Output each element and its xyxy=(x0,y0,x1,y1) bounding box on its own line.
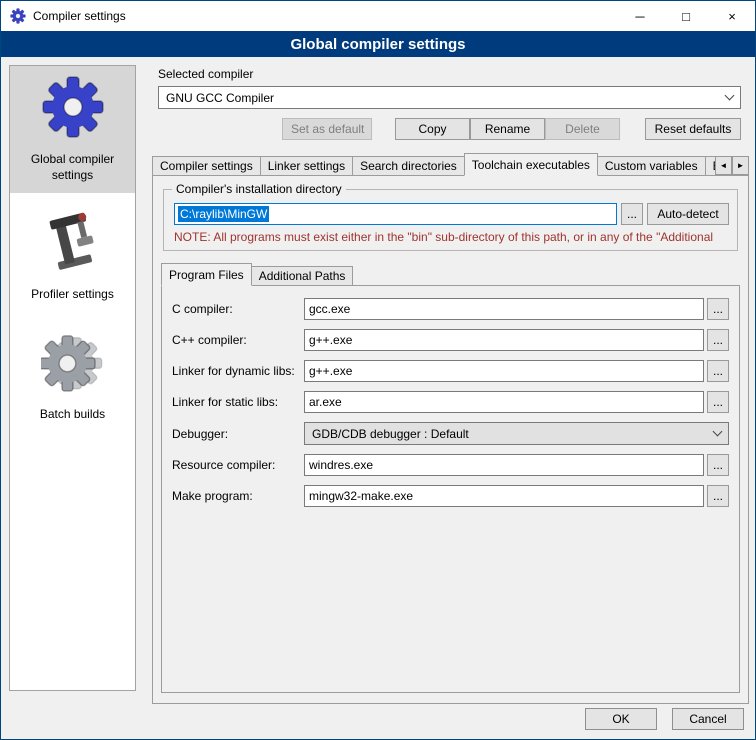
sidebar-item-profiler-settings[interactable]: Profiler settings xyxy=(10,201,135,313)
program-files-panel: C compiler: ... C++ compiler: ... Linker… xyxy=(161,285,740,693)
rename-button[interactable]: Rename xyxy=(470,118,545,140)
compiler-actions-row: Set as default Copy Rename Delete Reset … xyxy=(158,118,741,140)
sidebar: Global compiler settings Profiler settin… xyxy=(9,65,136,691)
form-row: C compiler: ... xyxy=(172,298,729,320)
field-label: Linker for dynamic libs: xyxy=(172,364,304,378)
blue-gear-icon xyxy=(41,75,105,139)
resource-compiler-browse-button[interactable]: ... xyxy=(707,454,729,476)
autodetect-button[interactable]: Auto-detect xyxy=(647,203,729,225)
tab-compiler-settings[interactable]: Compiler settings xyxy=(152,156,261,176)
make-program-input[interactable] xyxy=(304,485,704,507)
programs-subtabstrip: Program Files Additional Paths xyxy=(161,263,748,286)
ok-button[interactable]: OK xyxy=(585,708,657,730)
make-program-browse-button[interactable]: ... xyxy=(707,485,729,507)
cpp-compiler-browse-button[interactable]: ... xyxy=(707,329,729,351)
install-dir-browse-button[interactable]: ... xyxy=(621,203,643,225)
set-as-default-button[interactable]: Set as default xyxy=(282,118,372,140)
cpp-compiler-input[interactable] xyxy=(304,329,704,351)
c-compiler-input[interactable] xyxy=(304,298,704,320)
chevron-down-icon xyxy=(713,427,723,437)
form-row: Linker for static libs: ... xyxy=(172,391,729,413)
sidebar-item-label: Batch builds xyxy=(40,407,105,423)
gray-gear-icon xyxy=(41,330,105,394)
chevron-down-icon xyxy=(725,91,735,101)
subtab-additional-paths[interactable]: Additional Paths xyxy=(251,266,354,286)
tab-toolchain-executables[interactable]: Toolchain executables xyxy=(464,153,598,176)
debugger-value: GDB/CDB debugger : Default xyxy=(312,427,469,441)
dynamic-linker-input[interactable] xyxy=(304,360,704,382)
field-label: Debugger: xyxy=(172,427,304,441)
selected-compiler-dropdown[interactable]: GNU GCC Compiler xyxy=(158,86,741,109)
static-linker-browse-button[interactable]: ... xyxy=(707,391,729,413)
maximize-button[interactable]: □ xyxy=(663,1,709,31)
dialog-footer: OK Cancel xyxy=(1,699,755,739)
tab-search-directories[interactable]: Search directories xyxy=(352,156,465,176)
install-dir-input[interactable]: C:\raylib\MinGW xyxy=(174,203,617,225)
profiler-tool-icon xyxy=(41,210,105,274)
compiler-settings-window: Compiler settings ─ □ × Global compiler … xyxy=(0,0,756,740)
installation-directory-group-title: Compiler's installation directory xyxy=(172,182,346,196)
note-text: NOTE: All programs must exist either in … xyxy=(174,230,729,244)
form-row: Debugger: GDB/CDB debugger : Default xyxy=(172,422,729,445)
subtab-program-files[interactable]: Program Files xyxy=(161,263,252,286)
form-row: Make program: ... xyxy=(172,485,729,507)
dialog-header-title: Global compiler settings xyxy=(290,36,465,53)
tab-scroll-right-button[interactable]: ► xyxy=(732,156,749,175)
field-label: C compiler: xyxy=(172,302,304,316)
sidebar-item-label: Profiler settings xyxy=(31,287,114,303)
dialog-header: Global compiler settings xyxy=(1,31,755,57)
form-row: Resource compiler: ... xyxy=(172,454,729,476)
dynamic-linker-browse-button[interactable]: ... xyxy=(707,360,729,382)
sidebar-item-global-compiler-settings[interactable]: Global compiler settings xyxy=(10,66,135,193)
copy-button[interactable]: Copy xyxy=(395,118,470,140)
form-row: Linker for dynamic libs: ... xyxy=(172,360,729,382)
window-title: Compiler settings xyxy=(33,9,126,23)
toolchain-executables-panel: Compiler's installation directory C:\ray… xyxy=(152,175,749,704)
tab-scroll-left-button[interactable]: ◄ xyxy=(715,156,732,175)
static-linker-input[interactable] xyxy=(304,391,704,413)
form-row: C++ compiler: ... xyxy=(172,329,729,351)
app-icon xyxy=(10,8,26,24)
tab-scroll-buttons: ◄ ► xyxy=(715,156,749,175)
c-compiler-browse-button[interactable]: ... xyxy=(707,298,729,320)
reset-defaults-button[interactable]: Reset defaults xyxy=(645,118,741,140)
window-controls: ─ □ × xyxy=(617,1,755,31)
field-label: Resource compiler: xyxy=(172,458,304,472)
cancel-button[interactable]: Cancel xyxy=(672,708,744,730)
delete-button[interactable]: Delete xyxy=(545,118,620,140)
field-label: Linker for static libs: xyxy=(172,395,304,409)
field-label: C++ compiler: xyxy=(172,333,304,347)
main-panel: Selected compiler GNU GCC Compiler Set a… xyxy=(146,61,749,704)
selected-compiler-value: GNU GCC Compiler xyxy=(166,91,274,105)
sidebar-item-batch-builds[interactable]: Batch builds xyxy=(10,321,135,433)
install-dir-selected-text: C:\raylib\MinGW xyxy=(178,206,269,222)
installation-directory-groupbox: Compiler's installation directory C:\ray… xyxy=(163,189,738,251)
field-label: Make program: xyxy=(172,489,304,503)
titlebar: Compiler settings ─ □ × xyxy=(1,1,755,31)
installation-directory-row: C:\raylib\MinGW ... Auto-detect xyxy=(174,203,729,225)
selected-compiler-label: Selected compiler xyxy=(158,67,749,81)
tab-linker-settings[interactable]: Linker settings xyxy=(260,156,353,176)
debugger-dropdown[interactable]: GDB/CDB debugger : Default xyxy=(304,422,729,445)
close-button[interactable]: × xyxy=(709,1,755,31)
resource-compiler-input[interactable] xyxy=(304,454,704,476)
tab-custom-variables[interactable]: Custom variables xyxy=(597,156,706,176)
minimize-button[interactable]: ─ xyxy=(617,1,663,31)
settings-tabstrip: Compiler settings Linker settings Search… xyxy=(152,153,749,176)
sidebar-item-label: Global compiler settings xyxy=(14,152,131,183)
